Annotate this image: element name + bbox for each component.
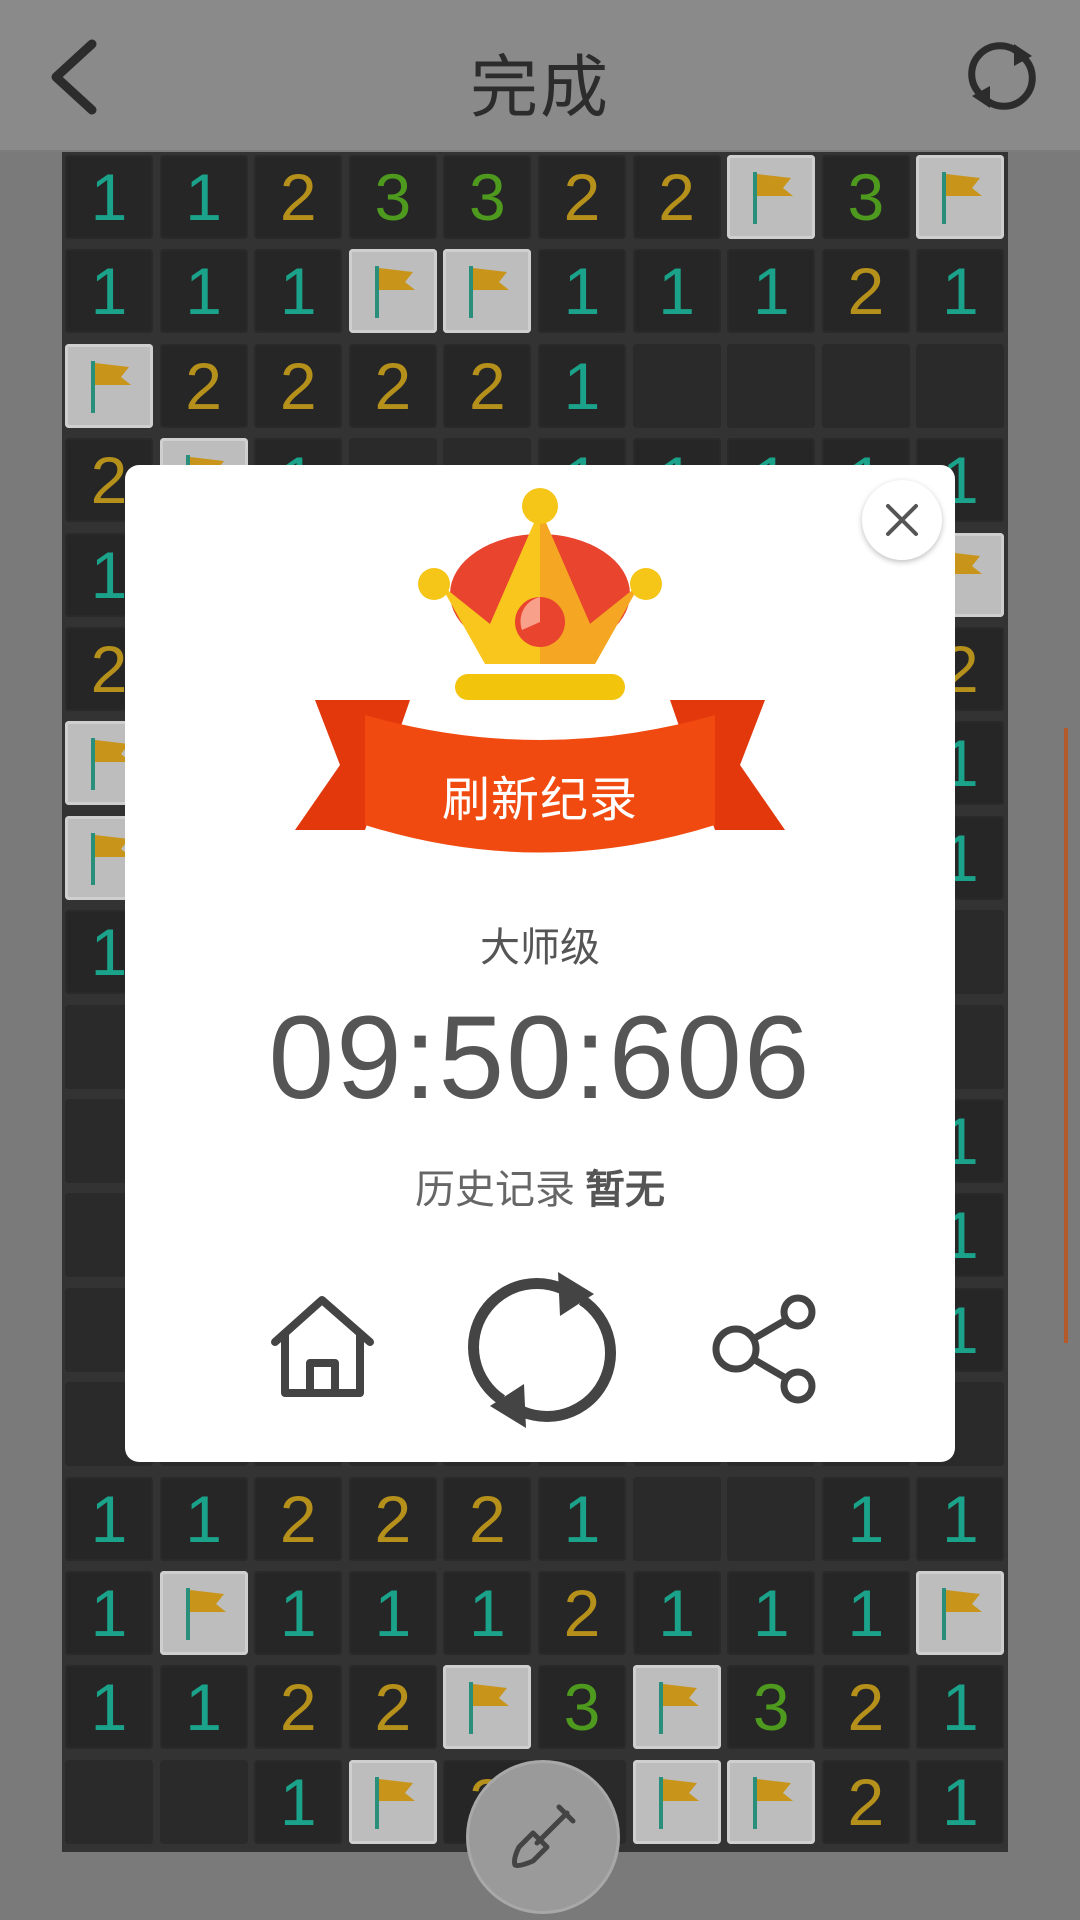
share-button[interactable] [708,1292,823,1407]
replay-button[interactable] [462,1270,622,1430]
history-record: 历史记录 暂无 [125,1157,955,1215]
banner-text: 刷新纪录 [441,772,638,828]
shovel-icon [512,1804,576,1868]
home-button[interactable] [265,1290,380,1405]
dig-tool-button[interactable] [466,1760,620,1914]
history-value: 暂无 [585,1167,665,1213]
history-label: 历史记录 [415,1167,575,1213]
close-icon [886,504,918,536]
close-button[interactable] [862,480,942,560]
difficulty-level: 大师级 [480,925,600,971]
finish-time: 09:50:606 [268,992,812,1124]
crown-icon [418,488,662,700]
